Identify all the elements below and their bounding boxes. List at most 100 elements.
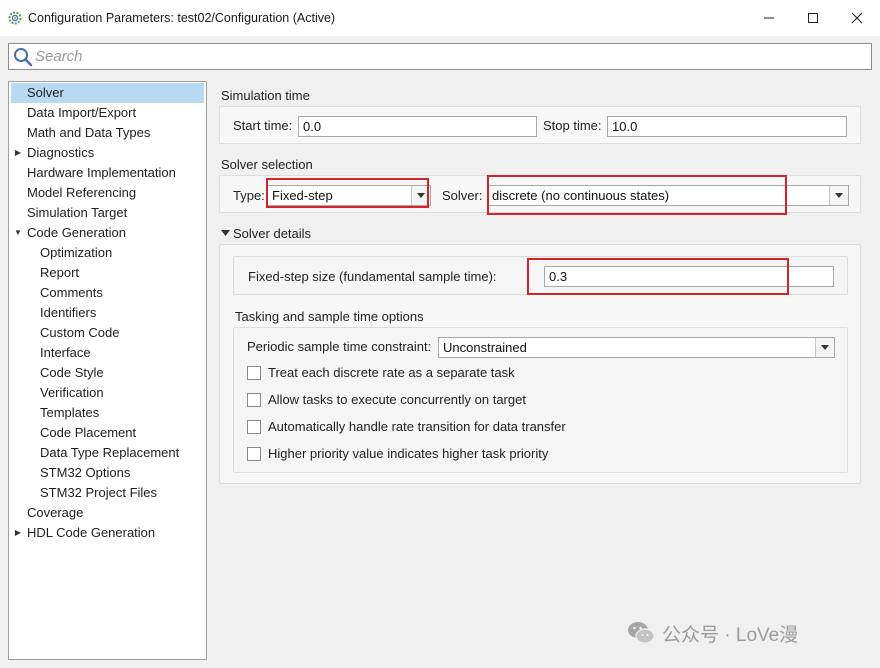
solver-dropdown[interactable]: discrete (no continuous states) [487, 185, 849, 206]
start-time-field[interactable]: 0.0 [298, 116, 537, 137]
solver-details-heading: Solver details [233, 226, 312, 241]
tree-item[interactable]: Optimization [11, 243, 204, 263]
stop-time-field[interactable]: 10.0 [607, 116, 847, 137]
search-box[interactable] [8, 43, 872, 70]
tree-item[interactable]: ▶ HDL Code Generation [11, 523, 204, 543]
simulation-time-heading: Simulation time [221, 88, 310, 103]
tree-item[interactable]: Code Placement [11, 423, 204, 443]
tree-item-label: Model Referencing [27, 185, 137, 200]
constraint-dropdown[interactable]: Unconstrained [438, 337, 835, 358]
tasking-group: Periodic sample time constraint: Unconst… [233, 327, 848, 473]
checkbox-box[interactable] [247, 366, 261, 380]
tree-item-label: Code Style [40, 365, 104, 380]
checkbox-box[interactable] [247, 447, 261, 461]
fixed-step-group: Fixed-step size (fundamental sample time… [233, 256, 848, 295]
chevron-down-icon[interactable] [815, 338, 834, 357]
simulation-time-group: Start time: 0.0 Stop time: 10.0 [219, 106, 861, 144]
tree-item-label: Solver [27, 85, 64, 100]
title-bar: Configuration Parameters: test02/Configu… [0, 0, 880, 36]
checkbox-label: Automatically handle rate transition for… [268, 419, 566, 434]
tree-item-label: Code Placement [40, 425, 137, 440]
tree-item[interactable]: Interface [11, 343, 204, 363]
tree-item-label: STM32 Project Files [40, 485, 158, 500]
checkbox-box[interactable] [247, 393, 261, 407]
fixed-step-field[interactable]: 0.3 [544, 266, 834, 287]
tree-item[interactable]: STM32 Project Files [11, 483, 204, 503]
solver-selection-group: Type: Fixed-step Solver: discrete (no co… [219, 175, 861, 213]
tree-item[interactable]: Comments [11, 283, 204, 303]
tree-item-label: Optimization [40, 245, 113, 260]
tree-item[interactable]: ▶ Diagnostics [11, 143, 204, 163]
solver-selection-heading: Solver selection [221, 157, 313, 172]
minimize-button[interactable] [746, 0, 792, 36]
tree-item[interactable]: Data Type Replacement [11, 443, 204, 463]
tree-item-label: Custom Code [40, 325, 120, 340]
stop-time-label: Stop time: [543, 118, 602, 133]
tree-item-label: Templates [40, 405, 100, 420]
solver-label: Solver: [442, 188, 483, 203]
tree-item[interactable]: Solver [11, 83, 204, 103]
window-title: Configuration Parameters: test02/Configu… [28, 11, 336, 25]
tree-item[interactable]: STM32 Options [11, 463, 204, 483]
maximize-button[interactable] [790, 0, 836, 36]
wechat-icon [628, 622, 655, 644]
checkbox-label: Allow tasks to execute concurrently on t… [268, 392, 526, 407]
tree-item-label: Verification [40, 385, 104, 400]
tree-item[interactable]: Custom Code [11, 323, 204, 343]
tree-item-label: Identifiers [40, 305, 97, 320]
tree-item[interactable]: Data Import/Export [11, 103, 204, 123]
search-input[interactable] [35, 46, 855, 67]
tree-item[interactable]: Report [11, 263, 204, 283]
tree-item[interactable]: ▼ Code Generation [11, 223, 204, 243]
tree-item-label: STM32 Options [40, 465, 131, 480]
tree-item[interactable]: Simulation Target [11, 203, 204, 223]
close-icon [851, 12, 863, 24]
solver-details-group: Fixed-step size (fundamental sample time… [219, 244, 861, 484]
watermark: 公众号 · LoVe漫 [626, 618, 798, 648]
maximize-icon [808, 13, 818, 23]
solver-type-dropdown[interactable]: Fixed-step [267, 185, 431, 206]
minimize-icon [764, 17, 774, 19]
tree-item-label: Comments [40, 285, 103, 300]
solver-type-value: Fixed-step [272, 188, 333, 203]
fixed-step-label: Fixed-step size (fundamental sample time… [248, 269, 497, 284]
matlab-gear-icon [8, 11, 22, 25]
tree-item-label: Diagnostics [27, 145, 95, 160]
tree-item[interactable]: Verification [11, 383, 204, 403]
chevron-down-icon[interactable] [411, 186, 430, 205]
solver-value: discrete (no continuous states) [492, 188, 670, 203]
tree-item[interactable]: Math and Data Types [11, 123, 204, 143]
tree-item[interactable]: Model Referencing [11, 183, 204, 203]
checkbox-label: Higher priority value indicates higher t… [268, 446, 549, 461]
tree-item-label: Coverage [27, 505, 84, 520]
expanded-caret-icon[interactable]: ▼ [13, 223, 23, 243]
category-tree[interactable]: Solver Data Import/Export Math and Data Ty… [8, 81, 207, 660]
tree-item-label: Simulation Target [27, 205, 128, 220]
tree-item[interactable]: Coverage [11, 503, 204, 523]
tree-item[interactable]: Code Style [11, 363, 204, 383]
checkbox-label: Treat each discrete rate as a separate t… [268, 365, 515, 380]
type-label: Type: [233, 188, 265, 203]
checkbox-box[interactable] [247, 420, 261, 434]
solver-details-toggle[interactable]: Solver details [221, 226, 311, 241]
constraint-value: Unconstrained [443, 340, 527, 355]
constraint-label: Periodic sample time constraint: [247, 339, 432, 354]
tree-item-label: Report [40, 265, 80, 280]
search-icon [14, 48, 33, 67]
tree-item[interactable]: Templates [11, 403, 204, 423]
tree-item-label: Hardware Implementation [27, 165, 176, 180]
tree-item-label: Data Import/Export [27, 105, 137, 120]
tree-item-label: Math and Data Types [27, 125, 151, 140]
start-time-label: Start time: [233, 118, 293, 133]
tree-item-label: Code Generation [27, 225, 127, 240]
tree-item-label: Interface [40, 345, 91, 360]
chevron-down-icon[interactable] [829, 186, 848, 205]
close-button[interactable] [834, 0, 880, 36]
tree-item[interactable]: Identifiers [11, 303, 204, 323]
collapsed-caret-icon[interactable]: ▶ [13, 143, 23, 163]
collapsed-caret-icon[interactable]: ▶ [13, 523, 23, 543]
watermark-text: 公众号 · LoVe漫 [662, 624, 799, 646]
tree-item[interactable]: Hardware Implementation [11, 163, 204, 183]
tree-item-label: HDL Code Generation [27, 525, 156, 540]
expanded-caret-icon [221, 230, 230, 236]
